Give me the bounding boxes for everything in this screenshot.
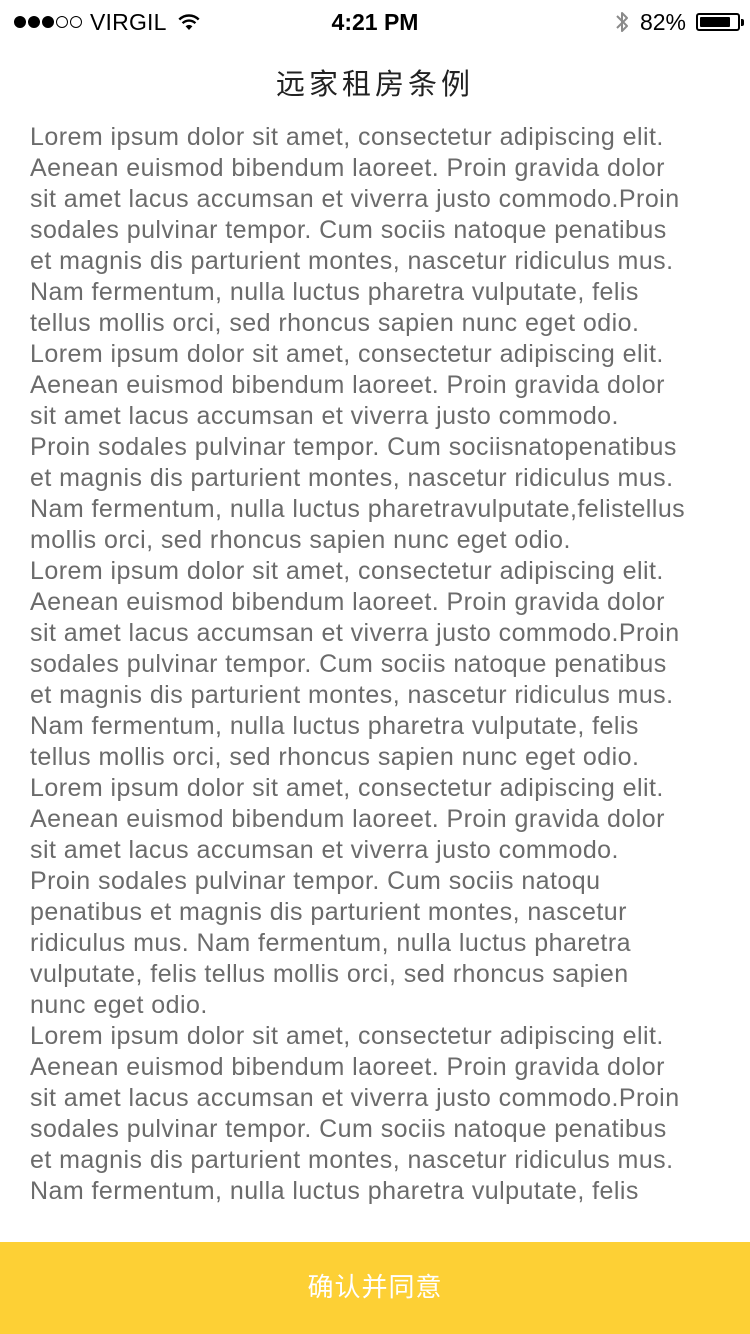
battery-icon	[696, 13, 744, 31]
terms-paragraph: Lorem ipsum dolor sit amet, consectetur …	[30, 123, 680, 337]
terms-paragraph: Lorem ipsum dolor sit amet, consectetur …	[30, 557, 680, 771]
battery-tip	[741, 19, 744, 26]
status-right: 82%	[614, 8, 744, 36]
terms-content[interactable]: Lorem ipsum dolor sit amet, consectetur …	[30, 122, 742, 1216]
bluetooth-icon	[616, 12, 628, 32]
battery-percent: 82%	[639, 8, 686, 35]
battery-level-fill	[700, 17, 730, 27]
page-title: 远家租房条例	[275, 67, 474, 101]
terms-paragraph: Lorem ipsum dolor sit amet, consectetur …	[30, 1022, 680, 1205]
terms-paragraph: Lorem ipsum dolor sit amet, consectetur …	[30, 340, 686, 554]
status-bar: VIRGIL 4:21 PM 82%	[0, 0, 750, 44]
terms-paragraph: Lorem ipsum dolor sit amet, consectetur …	[30, 774, 665, 1019]
confirm-agree-button[interactable]: 确认并同意	[0, 1242, 750, 1334]
